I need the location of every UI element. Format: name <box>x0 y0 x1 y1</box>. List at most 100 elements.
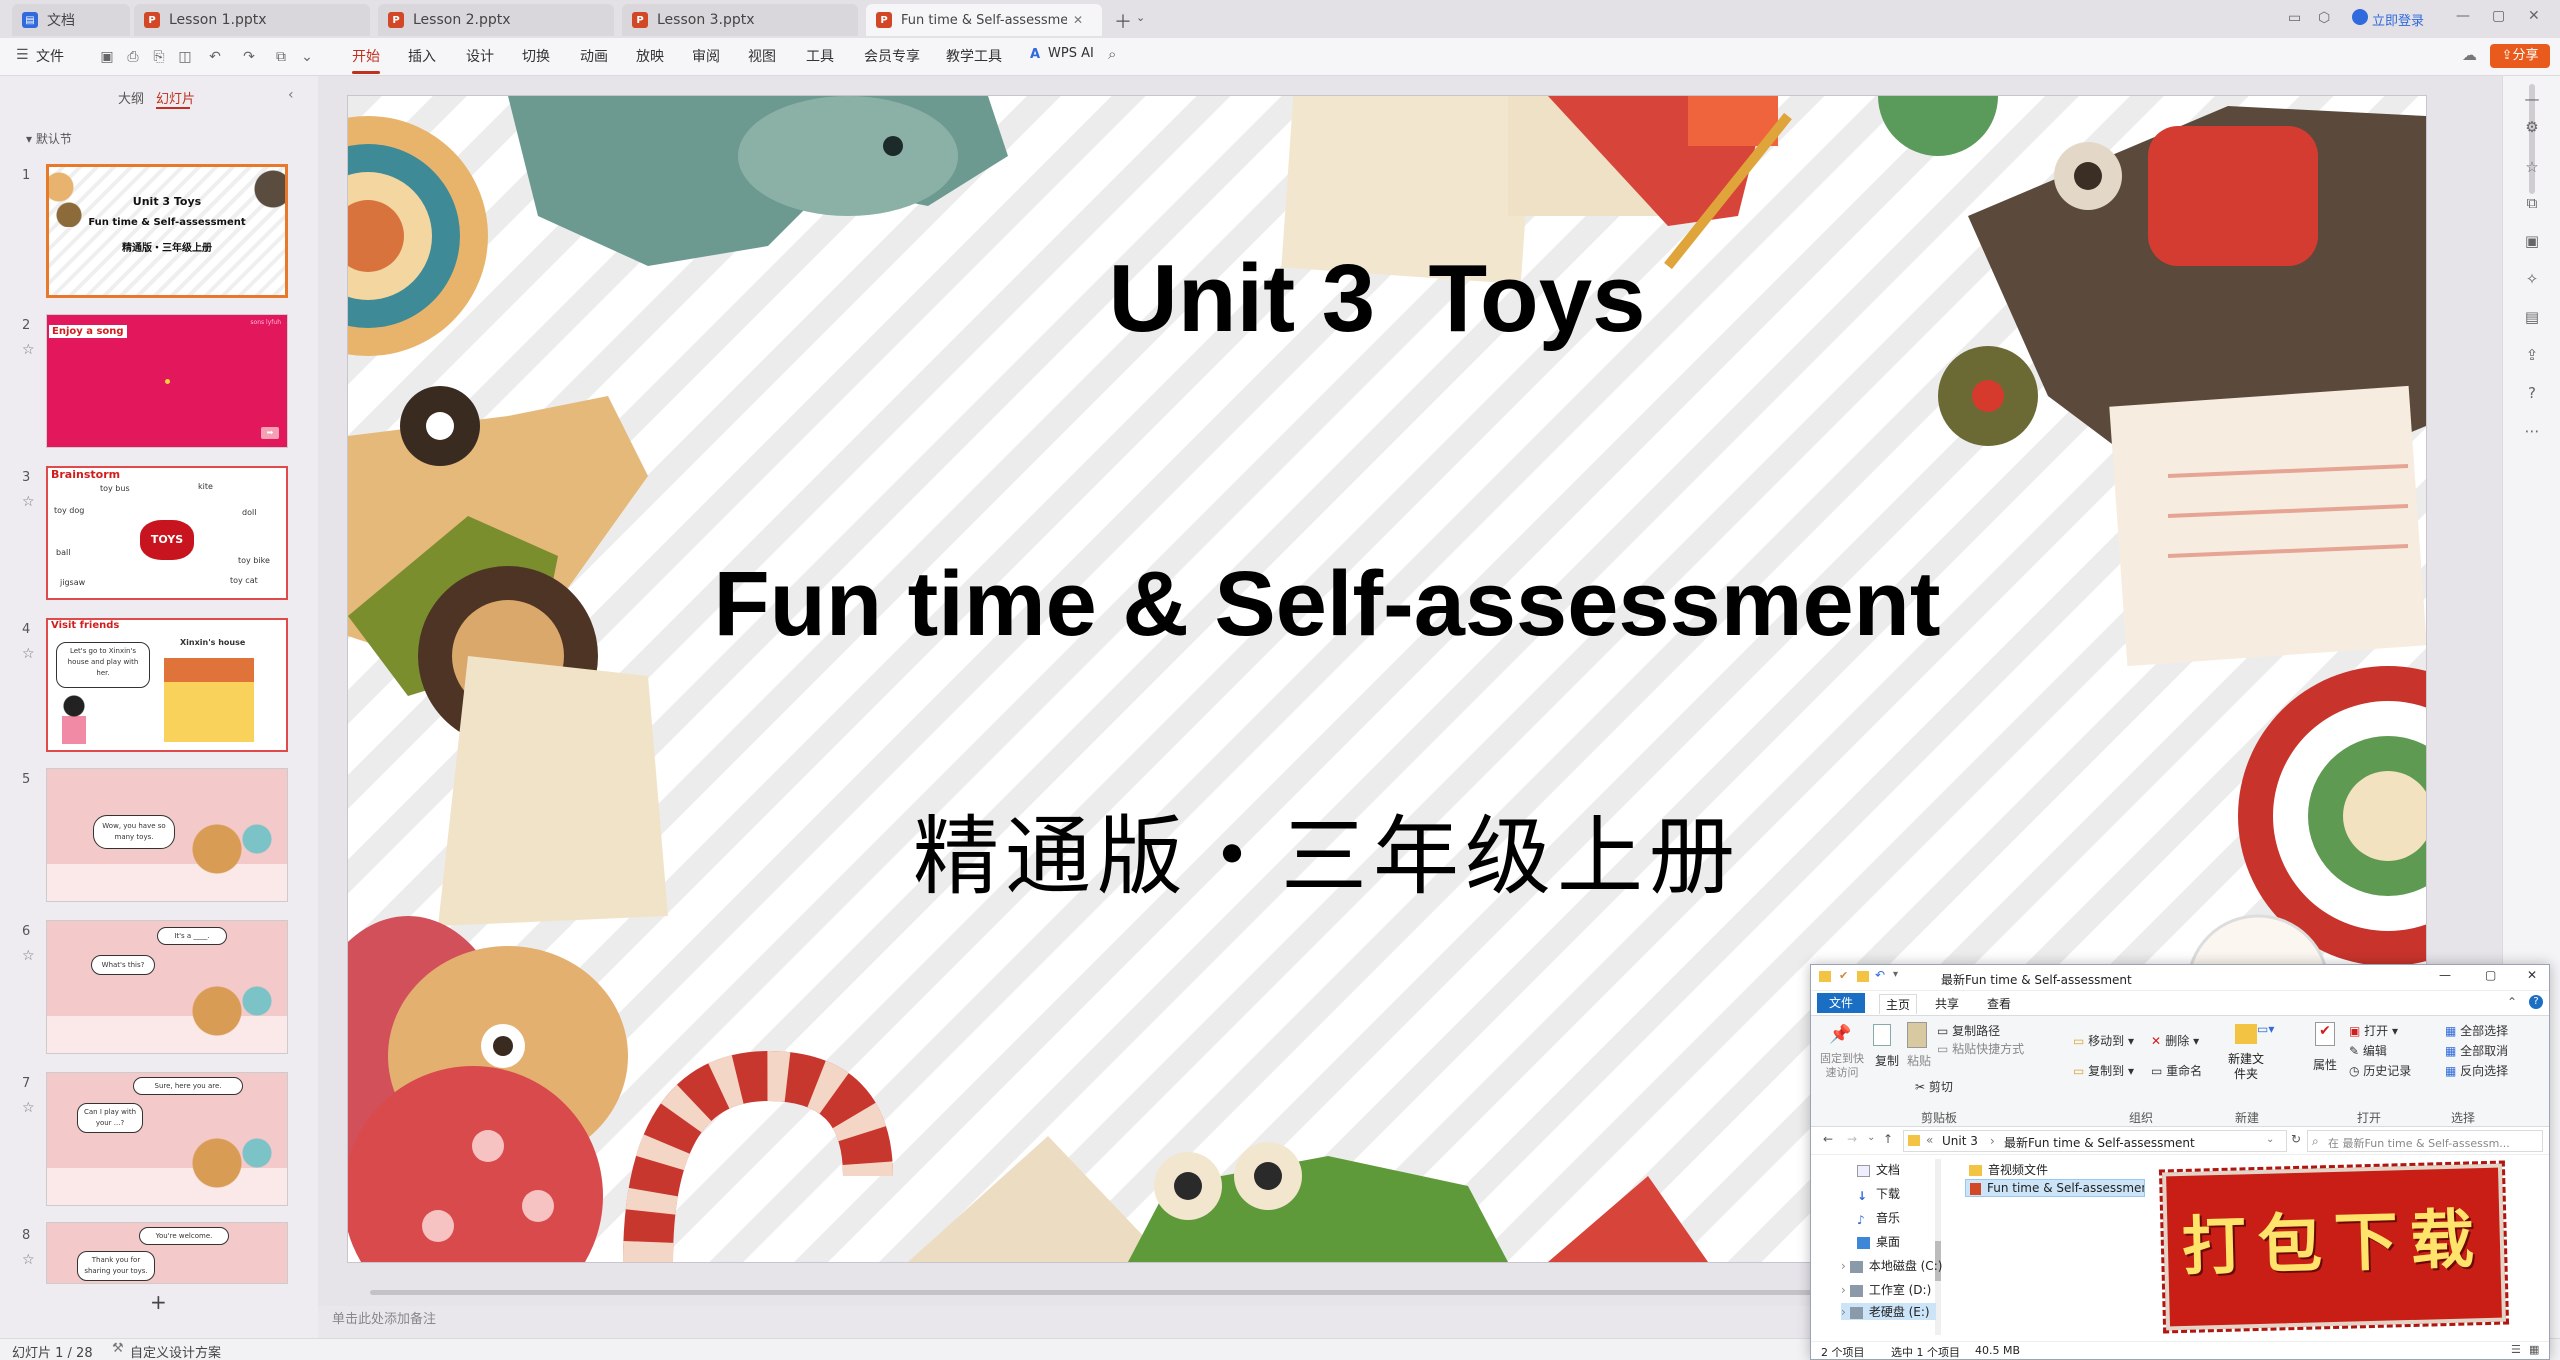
view-outline-tab[interactable]: 大纲 <box>118 88 144 107</box>
file-tab[interactable]: 文件 <box>1817 993 1865 1013</box>
tab-design[interactable]: 设计 <box>466 46 494 66</box>
window-layout-icon[interactable]: ▭ <box>2288 10 2301 26</box>
star-icon[interactable]: ☆ <box>22 646 35 662</box>
notes-placeholder[interactable]: 单击此处添加备注 <box>332 1308 436 1327</box>
minimize-icon[interactable]: — <box>2439 968 2451 982</box>
history-button[interactable]: ◷ 历史记录 <box>2349 1062 2411 1079</box>
chevron-down-icon[interactable]: ⌄ <box>1867 1132 1875 1143</box>
breadcrumb-current[interactable]: 最新Fun time & Self-assessment <box>2004 1134 2195 1151</box>
tab-view[interactable]: 视图 <box>748 46 776 66</box>
paste-shortcut-button[interactable]: ▭ 粘贴快捷方式 <box>1937 1040 2024 1057</box>
star-icon[interactable]: ☆ <box>22 342 35 358</box>
section-header[interactable]: ▾ 默认节 <box>26 130 72 147</box>
copy-path-button[interactable]: ▭ 复制路径 <box>1937 1022 2000 1039</box>
chevron-down-icon[interactable]: ⌄ <box>2266 1134 2274 1145</box>
rename-button[interactable]: ▭ 重命名 <box>2151 1062 2202 1079</box>
tab-insert[interactable]: 插入 <box>408 46 436 66</box>
nav-item-documents[interactable]: 文档 <box>1857 1161 1900 1178</box>
thumbnail-slide-2[interactable]: Enjoy a song sons lyfuh ➡ <box>46 314 288 448</box>
pin-quick-access-button[interactable]: 固定到快速访问 <box>1817 1052 1867 1080</box>
star-icon[interactable]: ☆ <box>2523 158 2541 176</box>
search-box[interactable]: ⌕ 在 最新Fun time & Self-assessm... <box>2307 1130 2543 1152</box>
undo-icon[interactable]: ↶ <box>206 48 224 66</box>
magic-icon[interactable]: ✧ <box>2523 270 2541 288</box>
share-tab[interactable]: 共享 <box>1935 995 1959 1012</box>
image-icon[interactable]: ▣ <box>2523 232 2541 250</box>
slide-edition[interactable]: 精通版・三年级上册 <box>348 786 2426 911</box>
download-stamp-banner[interactable]: 打包下载 <box>2158 1160 2510 1334</box>
select-all-button[interactable]: ▦ 全部选择 <box>2445 1022 2508 1039</box>
file-row-pptx[interactable]: Fun time & Self-assessment.pptx <box>1965 1179 2145 1197</box>
save-icon[interactable]: ▣ <box>98 48 116 66</box>
nav-item-drive-d[interactable]: › 工作室 (D:) <box>1841 1281 1931 1298</box>
close-window-icon[interactable]: ✕ <box>2527 968 2537 982</box>
star-icon[interactable]: ☆ <box>22 948 35 964</box>
layout-icon[interactable]: ▤ <box>2523 308 2541 326</box>
thumbnail-slide-8[interactable]: You're welcome. Thank you for sharing yo… <box>46 1222 288 1284</box>
thumbnail-slide-7[interactable]: Sure, here you are. Can I play with your… <box>46 1072 288 1206</box>
tab-member[interactable]: 会员专享 <box>864 46 920 66</box>
preview-icon[interactable]: ◫ <box>176 48 194 66</box>
file-menu[interactable]: 文件 <box>36 46 64 66</box>
home-tab[interactable]: 主页 <box>1879 994 1918 1014</box>
select-none-button[interactable]: ▦ 全部取消 <box>2445 1042 2508 1059</box>
new-tab-icon[interactable]: ＋ <box>1114 8 1132 34</box>
chevron-down-icon[interactable]: ▾ <box>1893 969 1898 980</box>
more-icon[interactable]: ⋯ <box>2523 422 2541 440</box>
nav-item-drive-c[interactable]: › 本地磁盘 (C:) <box>1841 1257 1942 1274</box>
thumbnail-slide-4[interactable]: Visit friends Let's go to Xinxin's house… <box>46 618 288 752</box>
cut-button[interactable]: ✂ 剪切 <box>1915 1078 1953 1095</box>
tab-home[interactable]: 开始 <box>352 46 380 74</box>
breadcrumb-overflow-icon[interactable]: « <box>1926 1133 1933 1147</box>
forward-icon[interactable]: → <box>1847 1132 1857 1146</box>
cloud-sync-icon[interactable]: ☁ <box>2462 46 2477 64</box>
share-button[interactable]: ⇪分享 <box>2490 44 2550 68</box>
copy-button[interactable]: 复制 <box>1875 1052 1899 1069</box>
copy-to-button[interactable]: ▭ 复制到 ▾ <box>2073 1062 2134 1079</box>
design-scheme-button[interactable]: 自定义设计方案 <box>130 1342 221 1360</box>
paste-button[interactable]: 粘贴 <box>1907 1052 1931 1069</box>
collapse-pane-icon[interactable]: ‹ <box>288 87 294 103</box>
star-icon[interactable]: ☆ <box>22 1100 35 1116</box>
nav-item-music[interactable]: ♪ 音乐 <box>1857 1209 1900 1227</box>
tab-lesson2[interactable]: P Lesson 2.pptx <box>378 4 614 36</box>
tab-slideshow[interactable]: 放映 <box>636 46 664 66</box>
search-icon[interactable]: ⌕ <box>1108 45 1116 63</box>
thumbnail-slide-3[interactable]: Brainstorm toy bus kite toy dog doll bal… <box>46 466 288 600</box>
cube-icon[interactable]: ⬡ <box>2318 10 2330 26</box>
star-icon[interactable]: ☆ <box>22 494 35 510</box>
undo-icon[interactable]: ↶ <box>1875 968 1885 982</box>
back-icon[interactable]: ← <box>1823 1132 1833 1146</box>
settings-icon[interactable]: ⚙ <box>2523 118 2541 136</box>
tab-docs[interactable]: ▤ 文档 <box>12 4 130 36</box>
minus-icon[interactable]: — <box>2523 90 2541 108</box>
address-bar[interactable]: « Unit 3 › 最新Fun time & Self-assessment … <box>1903 1130 2287 1152</box>
maximize-icon[interactable]: ▢ <box>2485 968 2496 982</box>
login-link[interactable]: 立即登录 <box>2372 10 2424 29</box>
refresh-icon[interactable]: ↻ <box>2291 1132 2301 1146</box>
move-to-button[interactable]: ▭ 移动到 ▾ <box>2073 1032 2134 1049</box>
add-slide-button[interactable]: + <box>150 1290 167 1314</box>
chevron-down-icon[interactable]: ⌄ <box>1136 11 1145 24</box>
help-icon[interactable]: ? <box>2523 384 2541 402</box>
delete-button[interactable]: ✕ 删除 ▾ <box>2151 1032 2199 1049</box>
invert-selection-button[interactable]: ▦ 反向选择 <box>2445 1062 2508 1079</box>
tiles-view-icon[interactable]: ▦ <box>2529 1343 2539 1356</box>
tab-transition[interactable]: 切换 <box>522 46 550 66</box>
tab-teaching-tools[interactable]: 教学工具 <box>946 46 1002 66</box>
details-view-icon[interactable]: ☰ <box>2511 1343 2521 1356</box>
maximize-icon[interactable]: ▢ <box>2492 8 2505 24</box>
view-slides-tab[interactable]: 幻灯片 <box>156 88 195 107</box>
menu-icon[interactable]: ☰ <box>16 47 29 63</box>
tab-review[interactable]: 审阅 <box>692 46 720 66</box>
collapse-ribbon-icon[interactable]: ⌃ <box>2507 995 2517 1009</box>
open-button[interactable]: ▣ 打开 ▾ <box>2349 1022 2398 1039</box>
thumbnail-slide-1[interactable]: Unit 3 Toys Fun time & Self-assessment 精… <box>46 164 288 298</box>
redo-icon[interactable]: ↷ <box>240 48 258 66</box>
tab-lesson3[interactable]: P Lesson 3.pptx <box>622 4 858 36</box>
nav-item-drive-e[interactable]: › 老硬盘 (E:) <box>1841 1303 1936 1320</box>
file-row-folder[interactable]: 音视频文件 <box>1969 1161 2048 1178</box>
thumbnail-slide-6[interactable]: It's a ____. What's this? <box>46 920 288 1054</box>
properties-quick-icon[interactable]: ✔ <box>1839 969 1848 982</box>
new-folder-quick-icon[interactable] <box>1857 971 1869 982</box>
